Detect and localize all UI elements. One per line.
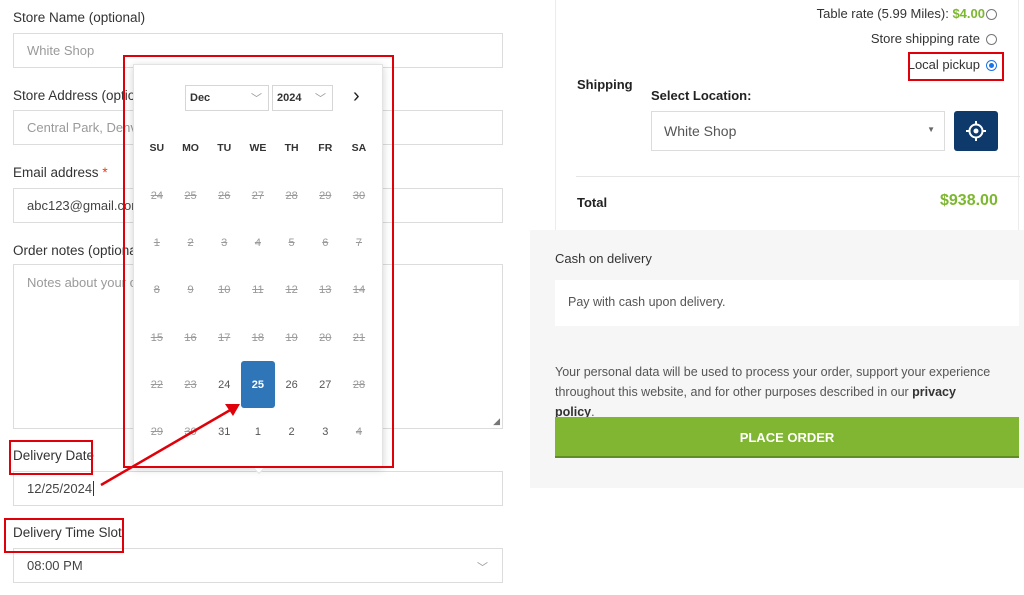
annotation-arrow	[100, 404, 240, 487]
